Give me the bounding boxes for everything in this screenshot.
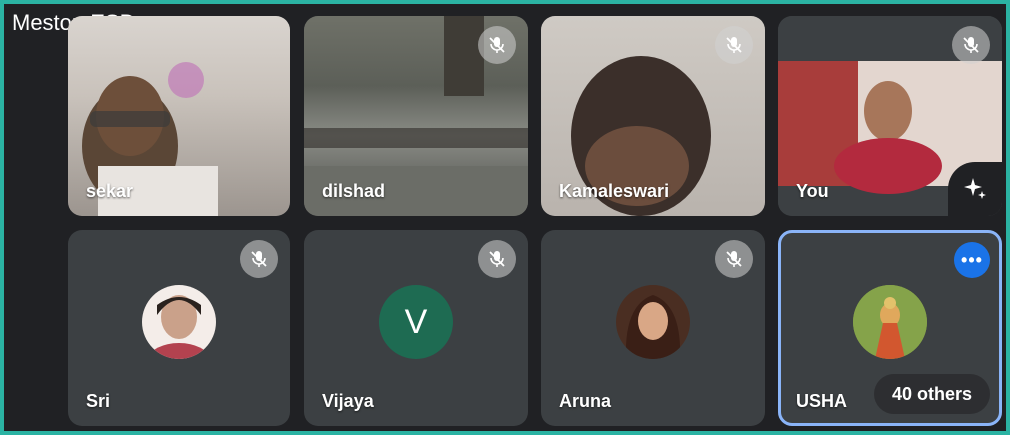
avatar [616,285,690,359]
participant-name: USHA [796,391,848,411]
avatar-letter: V [379,285,453,359]
participant-tile-usha[interactable]: ••• USHA 40 others [778,230,1002,426]
mic-off-icon [715,240,753,278]
mic-off-icon [478,26,516,64]
participant-name: dilshad [322,181,386,201]
participant-name: Vijaya [322,391,374,411]
participant-tile-aruna[interactable]: Aruna [541,230,765,426]
mic-off-icon [715,26,753,64]
participant-tile-dilshad[interactable]: dilshad [304,16,528,216]
participant-tile-kamaleswari[interactable]: Kamaleswari [541,16,765,216]
participant-tile-sri[interactable]: Sri [68,230,290,426]
more-options-button[interactable]: ••• [954,242,990,278]
participant-name: Aruna [559,391,612,411]
visual-effects-button[interactable] [948,162,1002,216]
mic-off-icon [952,26,990,64]
mic-off-icon [240,240,278,278]
participant-tile-sekar[interactable]: sekar [68,16,290,216]
more-horiz-icon: ••• [961,249,983,270]
participant-name: Kamaleswari [559,181,670,201]
participant-name: sekar [86,181,134,201]
participant-name: You [796,181,829,201]
participant-tile-vijaya[interactable]: V Vijaya [304,230,528,426]
meeting-grid: Meston ESD ▸ sekar dilshad [4,4,1006,431]
participant-tile-you[interactable]: You [778,16,1002,216]
avatar [142,285,216,359]
mic-off-icon [478,240,516,278]
participant-name: Sri [86,391,111,411]
avatar [853,285,927,359]
others-count-button[interactable]: 40 others [873,374,990,414]
sparkle-icon [964,178,986,199]
